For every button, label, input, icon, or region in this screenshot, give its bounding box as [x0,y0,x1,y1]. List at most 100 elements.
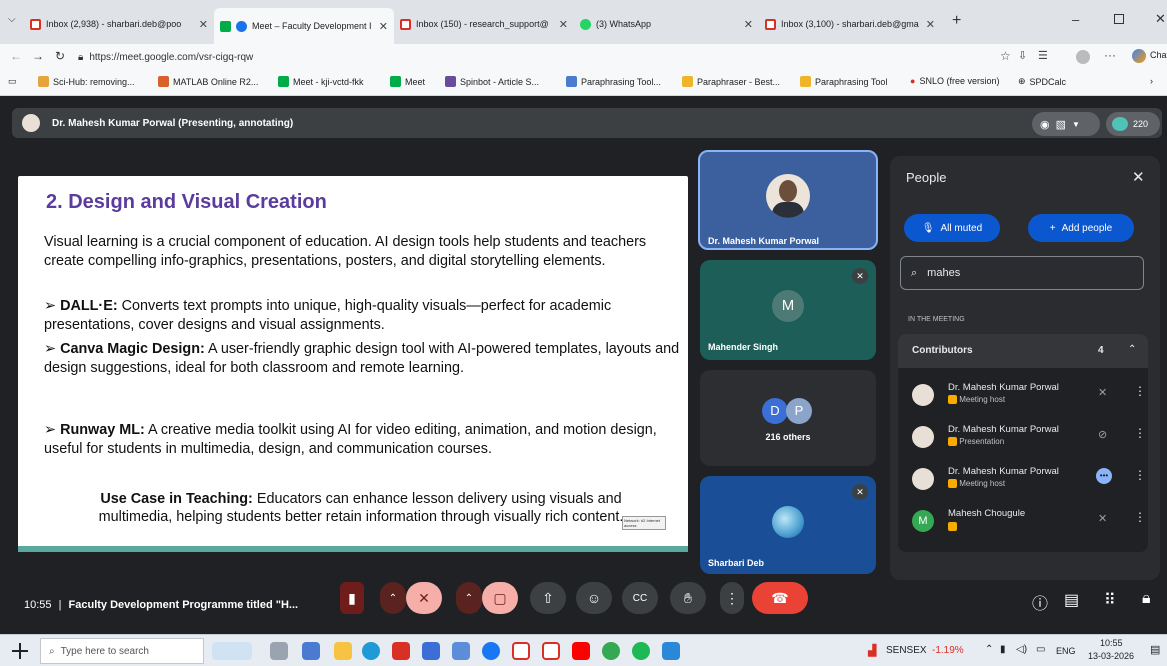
more-menu-icon[interactable]: ··· [1104,48,1116,62]
close-window-button[interactable]: ✕ [1155,11,1166,27]
network-icon[interactable]: ▭ [1036,644,1045,655]
file-explorer-icon[interactable] [334,642,352,660]
reload-icon[interactable]: ↻ [55,49,65,63]
chrome-icon[interactable] [602,642,620,660]
search-input[interactable]: ⌕ mahes [900,256,1144,290]
more-options-icon[interactable]: ⋮ [1134,384,1146,398]
tile-presenter[interactable]: Dr. Mahesh Kumar Porwal [698,150,878,250]
participant-row[interactable]: M Mahesh Chougule ✕ ⋮ [912,504,1152,544]
tab-gmail-1[interactable]: Inbox (2,938) - sharbari.deb@poo ✕ [24,12,214,36]
app-red-icon[interactable] [392,642,410,660]
language-label[interactable]: ENG [1056,646,1076,656]
host-controls-button[interactable]: ▮ [340,582,364,614]
url-field[interactable]: 🔒︎ https://meet.google.com/vsr-cigq-rqw [78,46,978,68]
tab-gmail-3[interactable]: Inbox (3,100) - sharbari.deb@gma ✕ [759,12,941,36]
more-options-icon[interactable]: ⋮ [1134,468,1146,482]
chevron-right-icon[interactable]: › [1150,76,1153,86]
downloads-icon[interactable]: ⇩ [1018,49,1027,62]
close-icon[interactable]: ✕ [379,20,388,33]
record-indicator[interactable]: ◉ ▧ ▼ [1032,112,1100,136]
present-button[interactable]: ⇧ [530,582,566,614]
market-name[interactable]: SENSEX [886,645,927,656]
profile-avatar[interactable] [1076,50,1090,64]
bookmark-snlo[interactable]: ● SNLO (free version) [910,76,999,86]
close-icon[interactable]: ✕ [1132,168,1145,186]
mic-options-button[interactable]: ⌃ [380,582,406,614]
info-icon[interactable]: ⓘ [1032,590,1048,614]
notifications-icon[interactable]: ▤ [1150,643,1160,656]
weather-widget-icon[interactable] [212,642,252,660]
taskbar-search-box[interactable]: ⌕ Type here to search [40,638,204,664]
more-options-button[interactable]: ⋮ [720,582,744,614]
battery-icon[interactable]: ▮ [1000,644,1006,655]
app-blue-2-icon[interactable] [452,642,470,660]
bookmark-scihub[interactable]: Sci-Hub: removing... [38,76,135,87]
camera-toggle-button[interactable]: ▢ [482,582,518,614]
copilot-icon[interactable] [302,642,320,660]
raise-hand-button[interactable]: ✋︎ [670,582,706,614]
chat-label[interactable]: Chat [1150,50,1167,60]
emoji-button[interactable]: ☺ [576,582,612,614]
chat-icon[interactable]: ▤ [1064,590,1079,610]
spotify-icon[interactable] [632,642,650,660]
more-options-icon[interactable]: ⋮ [1134,510,1146,524]
new-tab-button[interactable]: + [952,12,961,30]
tab-meet[interactable]: Meet – Faculty Development I ✕ [214,8,394,44]
paraphraser-icon [682,76,693,87]
minimize-button[interactable]: – [1072,12,1079,27]
app-blue-icon[interactable] [422,642,440,660]
task-view-icon[interactable] [270,642,288,660]
bookmark-meet-2[interactable]: Meet [390,76,425,87]
tile-mahender[interactable]: ✕ M Mahender Singh [700,260,876,360]
tray-chevron-icon[interactable]: ⌃ [985,644,993,655]
participant-count-badge[interactable]: 220 [1106,112,1160,136]
windows-start-icon[interactable] [12,643,28,659]
tab-actions-icon[interactable]: ▭ [8,76,17,87]
host-controls-icon[interactable]: 🔒︎ [1142,590,1151,608]
gmail-icon[interactable] [512,642,530,660]
bookmark-paraphraser[interactable]: Paraphraser - Best... [682,76,780,87]
participant-row[interactable]: Dr. Mahesh Kumar Porwal Presentation ⊘ ⋮ [912,420,1152,460]
tile-others[interactable]: D P 216 others [700,370,876,466]
tab-gmail-2[interactable]: Inbox (150) - research_support@ ✕ [394,12,574,36]
bookmark-spinbot[interactable]: Spinbot - Article S... [445,76,539,87]
participant-row[interactable]: Dr. Mahesh Kumar Porwal Meeting host •••… [912,462,1152,502]
tile-sharbari[interactable]: ✕ Sharbari Deb [700,476,876,574]
bookmark-meet-1[interactable]: Meet - kji-vctd-fkk [278,76,364,87]
forward-icon[interactable]: → [32,49,44,63]
tab-whatsapp[interactable]: (3) WhatsApp ✕ [574,12,759,36]
more-options-icon[interactable]: ⋮ [1134,426,1146,440]
gmail-2-icon[interactable] [542,642,560,660]
slide-title: 2. Design and Visual Creation [46,191,327,213]
close-icon[interactable]: ✕ [926,18,935,31]
back-icon[interactable]: ← [10,49,22,63]
bookmark-matlab[interactable]: MATLAB Online R2... [158,76,258,87]
copilot-icon[interactable] [1132,49,1146,63]
clock-date[interactable]: 13-03-2026 [1088,651,1134,661]
facebook-icon[interactable] [482,642,500,660]
app-teal-icon[interactable] [662,642,680,660]
all-muted-button[interactable]: 🎙︎ All muted [904,214,1000,242]
bookmark-paraphrasing-1[interactable]: Paraphrasing Tool... [566,76,661,87]
captions-button[interactable]: CC [622,582,658,614]
close-icon[interactable]: ✕ [199,18,208,31]
bookmark-spdcalc[interactable]: ⊕ SPDCalc [1018,76,1066,87]
volume-icon[interactable]: ◁) [1016,644,1027,655]
participant-row[interactable]: Dr. Mahesh Kumar Porwal Meeting host ✕ ⋮ [912,378,1152,418]
add-people-button[interactable]: + Add people [1028,214,1134,242]
activities-icon[interactable]: ⠿ [1104,590,1116,610]
camera-options-button[interactable]: ⌃ [456,582,482,614]
leave-call-button[interactable]: ☎ [752,582,808,614]
chevron-up-icon[interactable]: ⌃ [1128,344,1136,355]
close-icon[interactable]: ✕ [559,18,568,31]
youtube-icon[interactable] [572,642,590,660]
maximize-button[interactable] [1114,14,1124,24]
tab-list-chevron-icon[interactable]: ⌵ [8,14,16,25]
close-icon[interactable]: ✕ [744,18,753,31]
favorite-star-icon[interactable]: ☆ [1000,49,1011,63]
mic-toggle-button[interactable]: ✕ [406,582,442,614]
favorites-icon[interactable]: ☰ [1038,49,1048,62]
clock-time[interactable]: 10:55 [1100,638,1123,648]
bookmark-paraphrasing-2[interactable]: Paraphrasing Tool [800,76,887,87]
edge-icon[interactable] [362,642,380,660]
